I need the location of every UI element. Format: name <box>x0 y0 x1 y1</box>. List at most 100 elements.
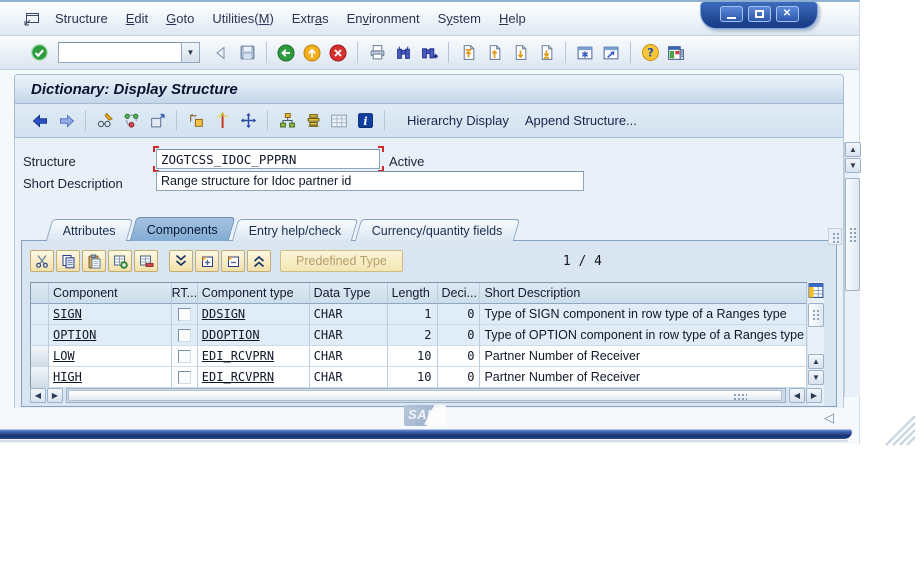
table-config-icon[interactable] <box>808 282 824 299</box>
component-cell[interactable]: HIGH <box>48 367 172 388</box>
insert-entry-button[interactable] <box>195 250 219 272</box>
rt-checkbox[interactable] <box>177 349 191 363</box>
paste-button[interactable] <box>82 250 106 272</box>
system-menu-icon[interactable] <box>24 12 40 26</box>
splitter-grip[interactable] <box>828 228 842 245</box>
scroll-left-button[interactable]: ◀ <box>30 388 46 403</box>
close-button[interactable]: ✕ <box>775 6 799 22</box>
menu-help[interactable]: Help <box>490 8 535 29</box>
new-session-button[interactable] <box>573 41 597 65</box>
hscroll-thumb[interactable] <box>68 390 782 401</box>
scroll-down-button[interactable]: ▼ <box>808 370 824 385</box>
rt-checkbox[interactable] <box>177 328 191 342</box>
save-button[interactable] <box>235 41 259 65</box>
copy-rows-button[interactable] <box>56 250 80 272</box>
component-type-cell[interactable]: EDI_RCVPRN <box>197 346 310 367</box>
rt-checkbox[interactable] <box>177 307 191 321</box>
command-dropdown-icon[interactable]: ▼ <box>182 42 200 63</box>
minimize-button[interactable] <box>719 6 743 22</box>
cut-button[interactable] <box>30 250 54 272</box>
enter-button[interactable] <box>27 41 51 65</box>
header-data-type[interactable]: Data Type <box>309 283 388 304</box>
page-down-button[interactable] <box>508 41 532 65</box>
menu-goto[interactable]: Goto <box>157 8 203 29</box>
menu-utilities[interactable]: Utilities(M) <box>203 8 282 29</box>
last-page-button[interactable] <box>534 41 558 65</box>
scroll-left-button[interactable]: ◀ <box>789 388 805 403</box>
row-selector[interactable] <box>31 346 49 367</box>
page-up-button[interactable] <box>482 41 506 65</box>
delete-row-button[interactable] <box>134 250 158 272</box>
info-button[interactable]: i <box>353 109 377 133</box>
header-length[interactable]: Length <box>387 283 438 304</box>
menu-system[interactable]: System <box>429 8 490 29</box>
tab-currency-quantity-fields[interactable]: Currency/quantity fields <box>354 219 520 241</box>
menu-environment[interactable]: Environment <box>338 8 429 29</box>
rename-button[interactable] <box>184 109 208 133</box>
tab-entry-help-check[interactable]: Entry help/check <box>231 219 359 241</box>
help-button[interactable]: ? <box>638 41 662 65</box>
insert-row-button[interactable] <box>108 250 132 272</box>
header-decimals[interactable]: Deci... <box>437 283 481 304</box>
back-nav-button[interactable] <box>274 41 298 65</box>
move-button[interactable] <box>236 109 260 133</box>
menu-extras[interactable]: Extras <box>283 8 338 29</box>
table-view-button[interactable] <box>327 109 351 133</box>
component-cell[interactable]: LOW <box>48 346 172 367</box>
header-component[interactable]: Component <box>48 283 172 304</box>
scroll-right-button[interactable]: ▶ <box>806 388 822 403</box>
display-change-button[interactable] <box>93 109 117 133</box>
find-button[interactable] <box>391 41 415 65</box>
hscroll-track[interactable] <box>66 388 786 403</box>
rt-checkbox[interactable] <box>177 370 191 384</box>
back-button[interactable] <box>209 41 233 65</box>
short-description-input[interactable] <box>156 171 584 191</box>
nav-forward-button[interactable] <box>54 109 78 133</box>
component-type-cell[interactable]: DDOPTION <box>197 325 310 346</box>
structure-input[interactable] <box>156 149 380 169</box>
component-type-cell[interactable]: EDI_RCVPRN <box>197 367 310 388</box>
move-up-button[interactable] <box>247 250 271 272</box>
create-shortcut-button[interactable] <box>599 41 623 65</box>
hierarchy-button[interactable] <box>275 109 299 133</box>
scroll-up-button[interactable]: ▲ <box>808 354 824 369</box>
maximize-button[interactable] <box>747 6 771 22</box>
stack-button[interactable] <box>301 109 325 133</box>
print-button[interactable] <box>365 41 389 65</box>
cancel-button[interactable] <box>326 41 350 65</box>
activate-button[interactable] <box>210 109 234 133</box>
component-type-cell[interactable]: DDSIGN <box>197 304 310 325</box>
scroll-down-button[interactable]: ▼ <box>845 158 861 173</box>
row-selector[interactable] <box>31 325 49 346</box>
copy-object-button[interactable] <box>145 109 169 133</box>
find-next-button[interactable] <box>417 41 441 65</box>
table-scrollbar-thumb[interactable] <box>808 303 824 327</box>
move-down-button[interactable] <box>169 250 193 272</box>
component-cell[interactable]: OPTION <box>48 325 172 346</box>
append-structure-link[interactable]: Append Structure... <box>525 113 637 128</box>
scroll-right-button[interactable]: ▶ <box>47 388 63 403</box>
menu-structure[interactable]: Structure <box>46 8 117 29</box>
row-selector[interactable] <box>31 304 49 325</box>
window-scrollbar-thumb[interactable] <box>845 178 860 291</box>
row-selector[interactable] <box>31 367 49 388</box>
component-cell[interactable]: SIGN <box>48 304 172 325</box>
hierarchy-display-link[interactable]: Hierarchy Display <box>407 113 509 128</box>
tab-components[interactable]: Components <box>129 217 236 241</box>
scroll-up-button[interactable]: ▲ <box>845 142 861 157</box>
delete-entry-button[interactable] <box>221 250 245 272</box>
nav-back-button[interactable] <box>28 109 52 133</box>
customize-layout-button[interactable] <box>664 41 688 65</box>
command-input[interactable] <box>58 42 182 63</box>
tab-attributes[interactable]: Attributes <box>45 219 133 241</box>
first-page-button[interactable] <box>456 41 480 65</box>
refresh-button[interactable] <box>119 109 143 133</box>
status-collapse-icon[interactable]: ◁ <box>824 410 834 426</box>
header-component-type[interactable]: Component type <box>197 283 310 304</box>
menu-edit[interactable]: Edit <box>117 8 157 29</box>
header-rt[interactable]: RT... <box>171 283 198 304</box>
header-short-description[interactable]: Short Description <box>480 283 808 304</box>
exit-button[interactable] <box>300 41 324 65</box>
predefined-type-button[interactable]: Predefined Type <box>280 250 403 272</box>
resize-grip-icon[interactable] <box>876 412 916 446</box>
